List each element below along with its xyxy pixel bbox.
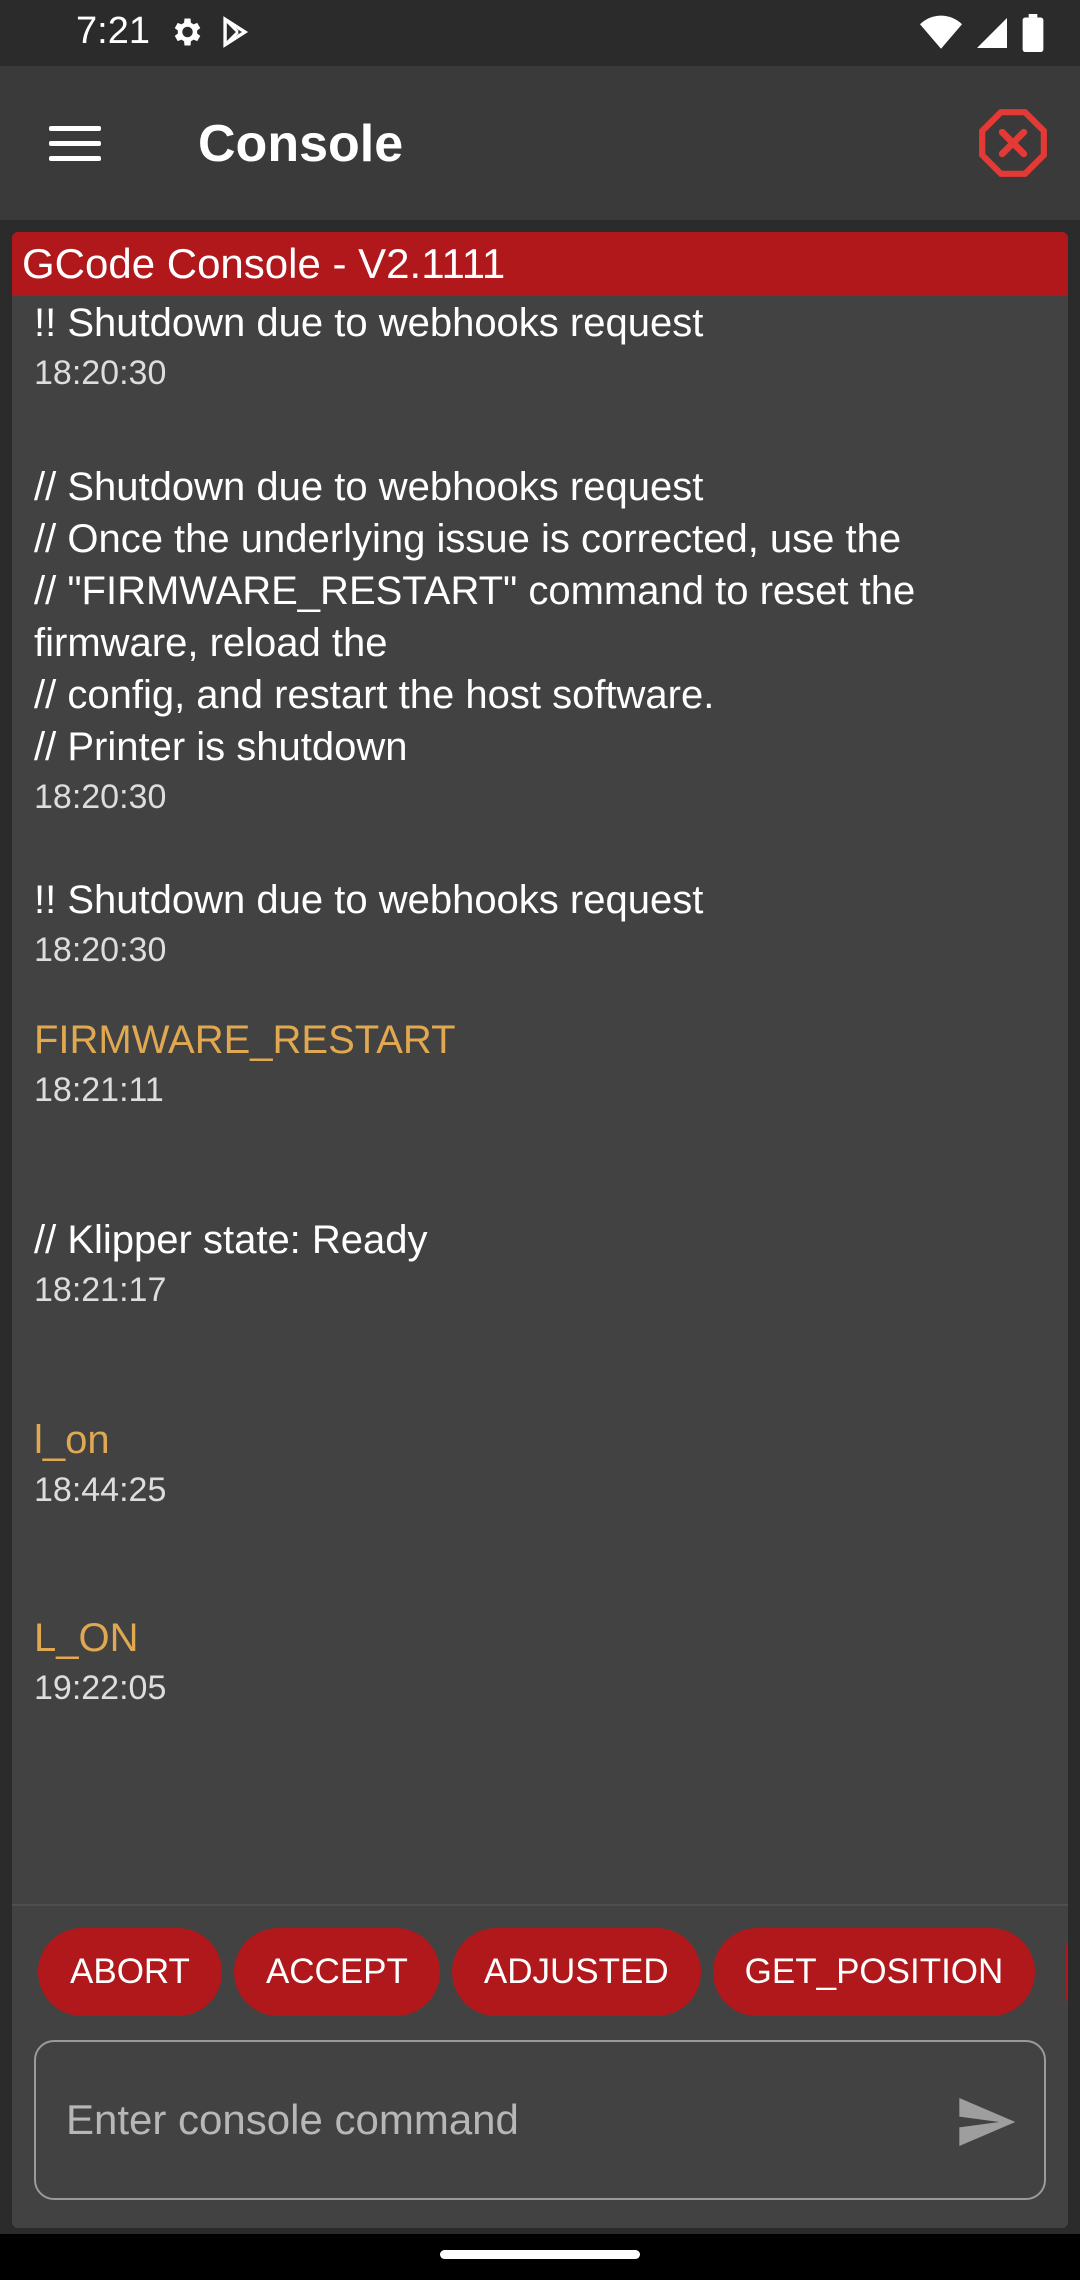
log-timestamp: 18:20:30 xyxy=(34,354,167,392)
log-response-text: !! Shutdown due to webhooks request xyxy=(34,878,704,922)
log-entry: !! Shutdown due to webhooks request 18:20… xyxy=(34,874,1034,972)
console-command-input[interactable] xyxy=(66,2082,926,2158)
console-card: GCode Console - V2.1111 !! Shutdown due … xyxy=(12,232,1068,2228)
macro-chip-partial[interactable] xyxy=(1066,1928,1068,2016)
log-timestamp: 18:20:30 xyxy=(34,931,167,969)
macro-chip-get-position[interactable]: GET_POSITION xyxy=(712,1928,1036,2016)
log-entry: FIRMWARE_RESTART 18:21:11 xyxy=(34,1014,1034,1112)
signal-icon xyxy=(977,18,1007,48)
console-log-list[interactable]: !! Shutdown due to webhooks request 18:20… xyxy=(12,296,1068,1908)
status-icons-right xyxy=(920,14,1044,52)
log-entry: // Shutdown due to webhooks request // O… xyxy=(34,461,1034,819)
log-entry: !! Shutdown due to webhooks request 18:20… xyxy=(34,297,1034,395)
divider xyxy=(12,1904,1068,1906)
log-timestamp: 18:20:30 xyxy=(34,778,167,816)
console-header-title: GCode Console - V2.1111 xyxy=(22,240,506,287)
octagon-close-icon[interactable] xyxy=(976,106,1050,180)
log-response-text: !! Shutdown due to webhooks request xyxy=(34,301,704,345)
log-command-text: FIRMWARE_RESTART xyxy=(34,1018,456,1062)
log-entry: l_on 18:44:25 xyxy=(34,1414,1034,1512)
play-store-icon xyxy=(223,16,249,48)
log-timestamp: 19:22:05 xyxy=(34,1669,167,1707)
hamburger-menu-icon[interactable] xyxy=(40,112,110,174)
battery-icon xyxy=(1022,14,1044,52)
macro-chip-row: ABORT ACCEPT ADJUSTED GET_POSITION xyxy=(38,1928,1036,2016)
home-gesture-handle[interactable] xyxy=(440,2250,640,2259)
navigation-bar xyxy=(0,2234,1080,2280)
log-command-text: l_on xyxy=(34,1418,110,1462)
log-entry: // Klipper state: Ready 18:21:17 xyxy=(34,1214,1034,1312)
app-bar: Console xyxy=(0,66,1080,220)
send-icon[interactable] xyxy=(954,2090,1018,2154)
log-timestamp: 18:21:17 xyxy=(34,1271,167,1309)
log-response-text: // Klipper state: Ready xyxy=(34,1218,428,1262)
console-header: GCode Console - V2.1111 xyxy=(12,232,1068,296)
log-response-text: // Shutdown due to webhooks request // O… xyxy=(34,465,916,769)
status-time: 7:21 xyxy=(76,10,150,52)
macro-chip-adjusted[interactable]: ADJUSTED xyxy=(451,1928,701,2016)
log-timestamp: 18:44:25 xyxy=(34,1471,167,1509)
log-entry: L_ON 19:22:05 xyxy=(34,1612,1034,1710)
macro-chip-accept[interactable]: ACCEPT xyxy=(233,1928,440,2016)
console-input-field[interactable] xyxy=(34,2040,1046,2200)
macro-chip-abort[interactable]: ABORT xyxy=(38,1928,222,2016)
wifi-icon xyxy=(920,15,962,49)
status-icons-left xyxy=(168,14,252,50)
log-command-text: L_ON xyxy=(34,1616,139,1660)
page-title: Console xyxy=(198,115,404,173)
status-bar: 7:21 xyxy=(0,0,1080,66)
log-timestamp: 18:21:11 xyxy=(34,1071,164,1109)
gear-icon xyxy=(174,18,201,46)
